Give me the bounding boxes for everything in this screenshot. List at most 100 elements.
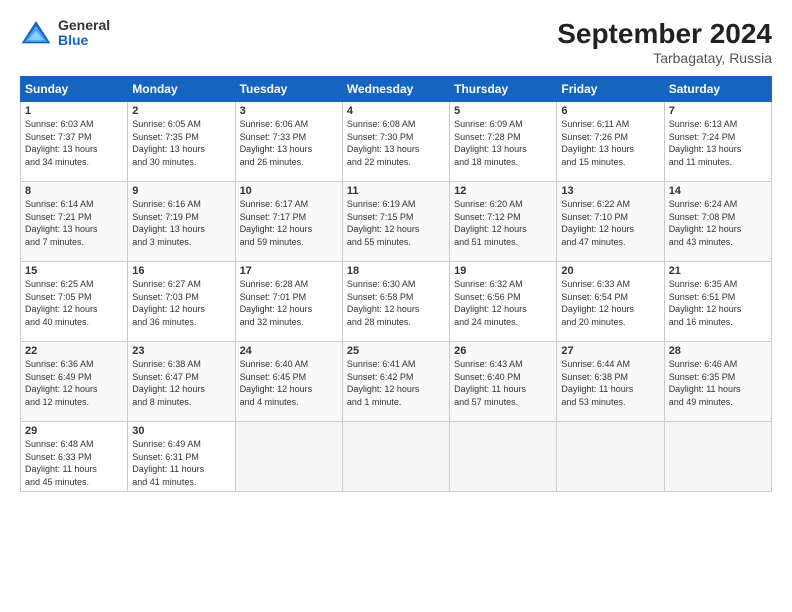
table-row: 24Sunrise: 6:40 AM Sunset: 6:45 PM Dayli…: [235, 342, 342, 422]
day-number: 2: [132, 105, 230, 117]
calendar-header-row: Sunday Monday Tuesday Wednesday Thursday…: [21, 77, 772, 102]
table-row: 1Sunrise: 6:03 AM Sunset: 7:37 PM Daylig…: [21, 102, 128, 182]
day-info: Sunrise: 6:20 AM Sunset: 7:12 PM Dayligh…: [454, 198, 552, 248]
calendar-week-row: 8Sunrise: 6:14 AM Sunset: 7:21 PM Daylig…: [21, 182, 772, 262]
day-info: Sunrise: 6:27 AM Sunset: 7:03 PM Dayligh…: [132, 278, 230, 328]
title-block: September 2024 Tarbagatay, Russia: [557, 18, 772, 66]
day-number: 19: [454, 265, 552, 277]
day-info: Sunrise: 6:24 AM Sunset: 7:08 PM Dayligh…: [669, 198, 767, 248]
day-number: 27: [561, 345, 659, 357]
table-row: 21Sunrise: 6:35 AM Sunset: 6:51 PM Dayli…: [664, 262, 771, 342]
day-info: Sunrise: 6:08 AM Sunset: 7:30 PM Dayligh…: [347, 118, 445, 168]
month-title: September 2024: [557, 18, 772, 50]
day-info: Sunrise: 6:35 AM Sunset: 6:51 PM Dayligh…: [669, 278, 767, 328]
calendar-week-row: 1Sunrise: 6:03 AM Sunset: 7:37 PM Daylig…: [21, 102, 772, 182]
table-row: 3Sunrise: 6:06 AM Sunset: 7:33 PM Daylig…: [235, 102, 342, 182]
table-row: 18Sunrise: 6:30 AM Sunset: 6:58 PM Dayli…: [342, 262, 449, 342]
day-number: 12: [454, 185, 552, 197]
table-row: 4Sunrise: 6:08 AM Sunset: 7:30 PM Daylig…: [342, 102, 449, 182]
table-row: 25Sunrise: 6:41 AM Sunset: 6:42 PM Dayli…: [342, 342, 449, 422]
table-row: 8Sunrise: 6:14 AM Sunset: 7:21 PM Daylig…: [21, 182, 128, 262]
day-info: Sunrise: 6:48 AM Sunset: 6:33 PM Dayligh…: [25, 438, 123, 488]
table-row: 26Sunrise: 6:43 AM Sunset: 6:40 PM Dayli…: [450, 342, 557, 422]
col-tuesday: Tuesday: [235, 77, 342, 102]
day-info: Sunrise: 6:19 AM Sunset: 7:15 PM Dayligh…: [347, 198, 445, 248]
table-row: [450, 422, 557, 492]
logo-blue: Blue: [58, 33, 110, 48]
table-row: 20Sunrise: 6:33 AM Sunset: 6:54 PM Dayli…: [557, 262, 664, 342]
day-info: Sunrise: 6:03 AM Sunset: 7:37 PM Dayligh…: [25, 118, 123, 168]
day-number: 15: [25, 265, 123, 277]
table-row: 22Sunrise: 6:36 AM Sunset: 6:49 PM Dayli…: [21, 342, 128, 422]
day-number: 30: [132, 425, 230, 437]
table-row: [342, 422, 449, 492]
table-row: 23Sunrise: 6:38 AM Sunset: 6:47 PM Dayli…: [128, 342, 235, 422]
day-number: 9: [132, 185, 230, 197]
day-info: Sunrise: 6:05 AM Sunset: 7:35 PM Dayligh…: [132, 118, 230, 168]
day-number: 10: [240, 185, 338, 197]
day-number: 21: [669, 265, 767, 277]
calendar-week-row: 29Sunrise: 6:48 AM Sunset: 6:33 PM Dayli…: [21, 422, 772, 492]
calendar-week-row: 15Sunrise: 6:25 AM Sunset: 7:05 PM Dayli…: [21, 262, 772, 342]
day-info: Sunrise: 6:13 AM Sunset: 7:24 PM Dayligh…: [669, 118, 767, 168]
col-sunday: Sunday: [21, 77, 128, 102]
day-number: 22: [25, 345, 123, 357]
table-row: 5Sunrise: 6:09 AM Sunset: 7:28 PM Daylig…: [450, 102, 557, 182]
day-info: Sunrise: 6:11 AM Sunset: 7:26 PM Dayligh…: [561, 118, 659, 168]
day-number: 6: [561, 105, 659, 117]
day-number: 7: [669, 105, 767, 117]
table-row: 16Sunrise: 6:27 AM Sunset: 7:03 PM Dayli…: [128, 262, 235, 342]
day-number: 16: [132, 265, 230, 277]
day-info: Sunrise: 6:38 AM Sunset: 6:47 PM Dayligh…: [132, 358, 230, 408]
table-row: 14Sunrise: 6:24 AM Sunset: 7:08 PM Dayli…: [664, 182, 771, 262]
calendar-week-row: 22Sunrise: 6:36 AM Sunset: 6:49 PM Dayli…: [21, 342, 772, 422]
col-monday: Monday: [128, 77, 235, 102]
day-number: 14: [669, 185, 767, 197]
table-row: [664, 422, 771, 492]
day-number: 1: [25, 105, 123, 117]
day-info: Sunrise: 6:46 AM Sunset: 6:35 PM Dayligh…: [669, 358, 767, 408]
day-number: 8: [25, 185, 123, 197]
table-row: 19Sunrise: 6:32 AM Sunset: 6:56 PM Dayli…: [450, 262, 557, 342]
header: General Blue September 2024 Tarbagatay, …: [20, 18, 772, 66]
day-info: Sunrise: 6:44 AM Sunset: 6:38 PM Dayligh…: [561, 358, 659, 408]
day-info: Sunrise: 6:32 AM Sunset: 6:56 PM Dayligh…: [454, 278, 552, 328]
day-info: Sunrise: 6:43 AM Sunset: 6:40 PM Dayligh…: [454, 358, 552, 408]
table-row: 30Sunrise: 6:49 AM Sunset: 6:31 PM Dayli…: [128, 422, 235, 492]
col-wednesday: Wednesday: [342, 77, 449, 102]
table-row: 10Sunrise: 6:17 AM Sunset: 7:17 PM Dayli…: [235, 182, 342, 262]
table-row: 11Sunrise: 6:19 AM Sunset: 7:15 PM Dayli…: [342, 182, 449, 262]
day-number: 25: [347, 345, 445, 357]
table-row: 27Sunrise: 6:44 AM Sunset: 6:38 PM Dayli…: [557, 342, 664, 422]
table-row: 2Sunrise: 6:05 AM Sunset: 7:35 PM Daylig…: [128, 102, 235, 182]
day-info: Sunrise: 6:06 AM Sunset: 7:33 PM Dayligh…: [240, 118, 338, 168]
day-info: Sunrise: 6:09 AM Sunset: 7:28 PM Dayligh…: [454, 118, 552, 168]
day-number: 26: [454, 345, 552, 357]
table-row: 15Sunrise: 6:25 AM Sunset: 7:05 PM Dayli…: [21, 262, 128, 342]
logo-general: General: [58, 18, 110, 33]
col-thursday: Thursday: [450, 77, 557, 102]
day-number: 28: [669, 345, 767, 357]
day-number: 29: [25, 425, 123, 437]
table-row: 9Sunrise: 6:16 AM Sunset: 7:19 PM Daylig…: [128, 182, 235, 262]
day-number: 24: [240, 345, 338, 357]
day-number: 5: [454, 105, 552, 117]
table-row: 29Sunrise: 6:48 AM Sunset: 6:33 PM Dayli…: [21, 422, 128, 492]
day-info: Sunrise: 6:36 AM Sunset: 6:49 PM Dayligh…: [25, 358, 123, 408]
table-row: [557, 422, 664, 492]
day-info: Sunrise: 6:25 AM Sunset: 7:05 PM Dayligh…: [25, 278, 123, 328]
day-number: 18: [347, 265, 445, 277]
day-info: Sunrise: 6:17 AM Sunset: 7:17 PM Dayligh…: [240, 198, 338, 248]
day-number: 13: [561, 185, 659, 197]
table-row: [235, 422, 342, 492]
day-info: Sunrise: 6:30 AM Sunset: 6:58 PM Dayligh…: [347, 278, 445, 328]
day-number: 23: [132, 345, 230, 357]
table-row: 6Sunrise: 6:11 AM Sunset: 7:26 PM Daylig…: [557, 102, 664, 182]
table-row: 7Sunrise: 6:13 AM Sunset: 7:24 PM Daylig…: [664, 102, 771, 182]
day-info: Sunrise: 6:41 AM Sunset: 6:42 PM Dayligh…: [347, 358, 445, 408]
col-saturday: Saturday: [664, 77, 771, 102]
page: General Blue September 2024 Tarbagatay, …: [0, 0, 792, 612]
day-number: 17: [240, 265, 338, 277]
day-number: 3: [240, 105, 338, 117]
calendar-table: Sunday Monday Tuesday Wednesday Thursday…: [20, 76, 772, 492]
